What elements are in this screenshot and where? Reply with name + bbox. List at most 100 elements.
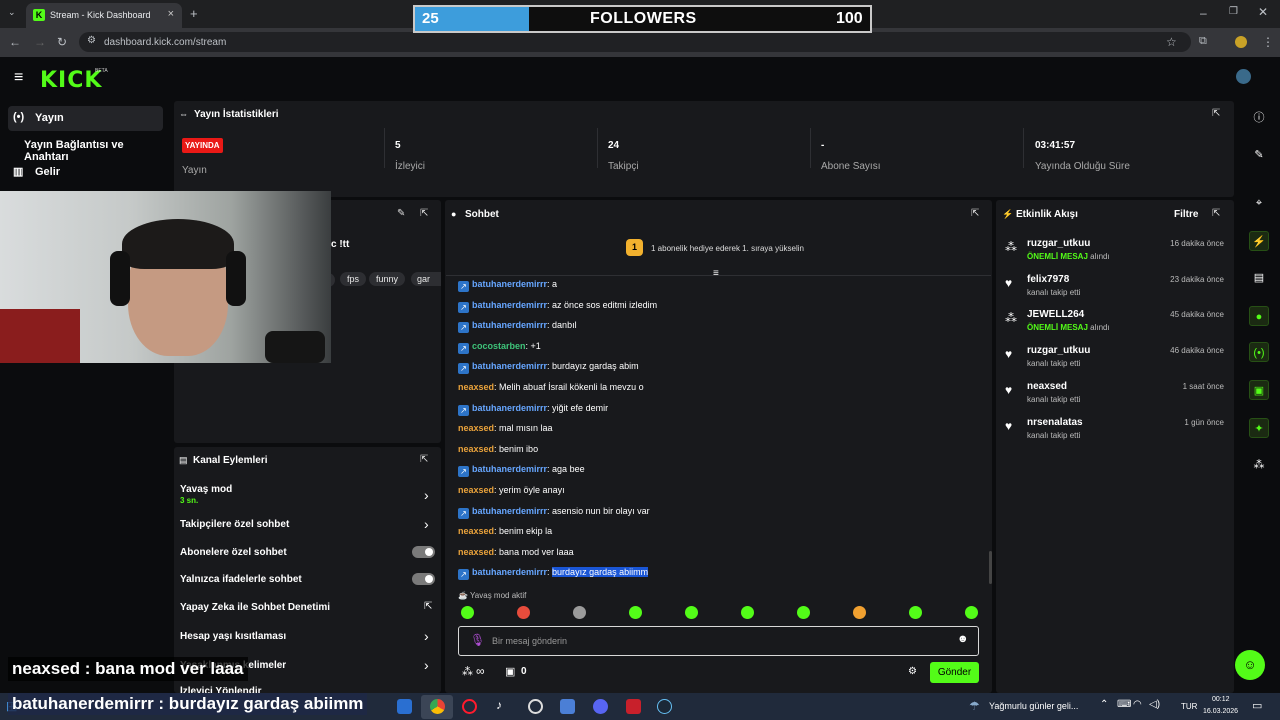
chevron-right-icon[interactable]: › bbox=[424, 487, 429, 503]
tray-chevron-icon[interactable]: ⌃ bbox=[1100, 699, 1108, 710]
obs-icon[interactable] bbox=[528, 699, 543, 714]
mail-icon[interactable] bbox=[397, 699, 412, 714]
close-window-icon[interactable]: ✕ bbox=[1258, 5, 1268, 19]
minimize-icon[interactable]: – bbox=[1200, 6, 1207, 20]
ai-moderation-label[interactable]: Yapay Zeka ile Sohbet Denetimi bbox=[180, 602, 330, 613]
emote-icon[interactable] bbox=[797, 606, 810, 619]
chevron-right-icon[interactable]: › bbox=[424, 628, 429, 644]
chat-username[interactable]: batuhanerdemirrr bbox=[472, 300, 547, 310]
actions-toggle-icon[interactable]: ▣ bbox=[1249, 380, 1269, 400]
tab-list-icon[interactable]: ⌄ bbox=[8, 7, 16, 18]
pin-toggle-icon[interactable]: ≡ bbox=[713, 268, 719, 279]
wifi-icon[interactable]: ◠ bbox=[1133, 699, 1142, 710]
tag-chip[interactable]: fps bbox=[340, 272, 367, 286]
subscriber-badge-icon[interactable]: ↗ bbox=[458, 322, 469, 334]
document-icon[interactable]: ▤ bbox=[1249, 268, 1269, 288]
subscriber-badge-icon[interactable]: ↗ bbox=[458, 569, 469, 581]
event-username[interactable]: JEWELL264 bbox=[1027, 309, 1084, 320]
subscriber-badge-icon[interactable]: ↗ bbox=[458, 466, 469, 478]
bookmark-star-icon[interactable]: ☆ bbox=[1166, 35, 1177, 49]
profile-avatar[interactable] bbox=[1235, 36, 1247, 48]
popout-icon[interactable]: ⇱ bbox=[420, 454, 428, 465]
event-username[interactable]: ruzgar_utkuu bbox=[1027, 345, 1090, 356]
chat-toggle-icon[interactable]: ● bbox=[1249, 306, 1269, 326]
kick-logo[interactable]: KICK bbox=[40, 68, 102, 93]
channel-points-icon[interactable]: ⁂ bbox=[462, 665, 473, 678]
emote-icon[interactable] bbox=[461, 606, 474, 619]
settings-gear-icon[interactable]: ⚙ bbox=[908, 666, 917, 677]
popout-icon[interactable]: ⇱ bbox=[1212, 108, 1220, 119]
community-icon[interactable]: ⁂ bbox=[1249, 455, 1269, 475]
chat-username[interactable]: batuhanerdemirrr bbox=[472, 279, 547, 289]
emote-icon[interactable] bbox=[517, 606, 530, 619]
subscriber-badge-icon[interactable]: ↗ bbox=[458, 404, 469, 416]
filter-button[interactable]: Filtre bbox=[1174, 209, 1198, 220]
chat-username[interactable]: batuhanerdemirrr bbox=[472, 403, 547, 413]
discord-icon[interactable] bbox=[593, 699, 608, 714]
emoji-picker-icon[interactable]: ☻ bbox=[957, 633, 969, 645]
chrome-icon[interactable] bbox=[430, 699, 445, 714]
steam-icon[interactable] bbox=[657, 699, 672, 714]
hamburger-menu-icon[interactable]: ≡ bbox=[14, 69, 23, 87]
app-icon[interactable] bbox=[560, 699, 575, 714]
edit-icon[interactable]: ✎ bbox=[1249, 145, 1269, 165]
network-icon[interactable]: ⌨ bbox=[1117, 699, 1131, 710]
emote-icon[interactable] bbox=[629, 606, 642, 619]
user-avatar[interactable] bbox=[1236, 69, 1251, 84]
tools-toggle-icon[interactable]: ✦ bbox=[1249, 418, 1269, 438]
external-link-icon[interactable]: ⇱ bbox=[424, 601, 432, 612]
chat-scrollbar[interactable] bbox=[989, 551, 992, 584]
tag-chip[interactable]: funny bbox=[369, 272, 406, 286]
gift-icon[interactable]: ▣ bbox=[505, 665, 515, 678]
tag-chip[interactable]: gar bbox=[411, 272, 441, 286]
subscriber-badge-icon[interactable]: ↗ bbox=[458, 281, 469, 292]
send-button[interactable]: Gönder bbox=[930, 662, 979, 683]
popout-icon[interactable]: ⇱ bbox=[971, 208, 979, 219]
raid-label[interactable]: İzleyici Yönlendir bbox=[180, 686, 262, 693]
sidebar-item-gelir[interactable]: ▥ Gelir bbox=[8, 160, 163, 185]
emote-icon[interactable] bbox=[685, 606, 698, 619]
url-bar[interactable] bbox=[79, 32, 1191, 52]
slow-mode-label[interactable]: Yavaş mod bbox=[180, 484, 232, 495]
extensions-icon[interactable]: ⧉ bbox=[1199, 35, 1207, 48]
opera-icon[interactable] bbox=[462, 699, 477, 714]
browser-menu-icon[interactable]: ⋮ bbox=[1262, 35, 1274, 49]
chat-username[interactable]: batuhanerdemirrr bbox=[472, 567, 547, 577]
maximize-icon[interactable]: ❐ bbox=[1229, 6, 1238, 17]
chevron-right-icon[interactable]: › bbox=[424, 657, 429, 673]
subscriber-badge-icon[interactable]: ↗ bbox=[458, 342, 469, 354]
event-username[interactable]: neaxsed bbox=[1027, 381, 1067, 392]
chat-username[interactable]: batuhanerdemirrr bbox=[472, 464, 547, 474]
clock-time[interactable]: 00:12 bbox=[1212, 696, 1230, 703]
focus-icon[interactable]: ⌖ bbox=[1249, 193, 1269, 213]
subscriber-badge-icon[interactable]: ↗ bbox=[458, 507, 469, 519]
emote-icon[interactable] bbox=[573, 606, 586, 619]
site-info-icon[interactable]: ⚙ bbox=[87, 35, 96, 46]
new-tab-icon[interactable]: + bbox=[190, 6, 198, 21]
subscriber-badge-icon[interactable]: ↗ bbox=[458, 363, 469, 375]
chat-username[interactable]: cocostarben bbox=[472, 341, 526, 351]
forward-icon[interactable]: → bbox=[34, 35, 46, 49]
notifications-icon[interactable]: ▭ bbox=[1252, 699, 1262, 712]
event-username[interactable]: nrsenalatas bbox=[1027, 417, 1083, 428]
followers-only-label[interactable]: Takipçilere özel sohbet bbox=[180, 519, 289, 530]
sidebar-item-stream-key[interactable]: Yayın Bağlantısı ve Anahtarı bbox=[8, 133, 163, 163]
reload-icon[interactable]: ↻ bbox=[57, 35, 67, 49]
browser-tab[interactable]: K Stream - Kick Dashboard × bbox=[26, 3, 182, 28]
chat-username[interactable]: batuhanerdemirrr bbox=[472, 506, 547, 516]
emote-icon[interactable] bbox=[909, 606, 922, 619]
popout-icon[interactable]: ⇱ bbox=[1212, 208, 1220, 219]
subscribers-only-toggle[interactable] bbox=[412, 546, 435, 558]
event-username[interactable]: felix7978 bbox=[1027, 274, 1069, 285]
sidebar-item-yayin[interactable]: (•) Yayın bbox=[8, 106, 163, 131]
close-tab-icon[interactable]: × bbox=[168, 8, 174, 20]
account-age-label[interactable]: Hesap yaşı kısıtlaması bbox=[180, 631, 286, 642]
chat-username[interactable]: neaxsed bbox=[458, 526, 494, 536]
chat-username[interactable]: batuhanerdemirrr bbox=[472, 320, 547, 330]
subscriber-badge-icon[interactable]: ↗ bbox=[458, 301, 469, 313]
volume-icon[interactable]: ◁) bbox=[1149, 699, 1160, 710]
chat-username[interactable]: batuhanerdemirrr bbox=[472, 361, 547, 371]
edit-icon[interactable]: ✎ bbox=[397, 208, 405, 219]
chat-username[interactable]: neaxsed bbox=[458, 423, 494, 433]
info-icon[interactable]: ⓘ bbox=[1249, 108, 1269, 128]
